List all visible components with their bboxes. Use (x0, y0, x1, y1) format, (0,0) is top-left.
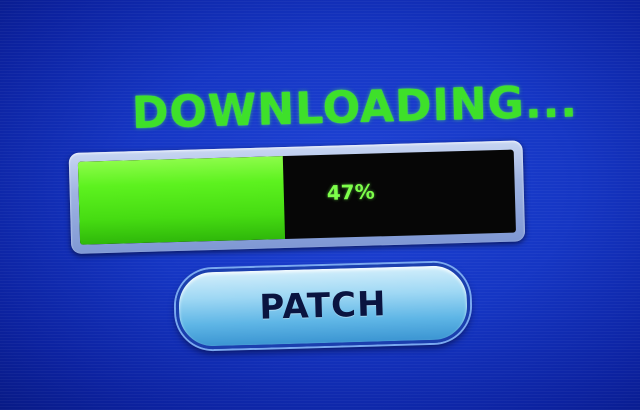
patch-button[interactable]: PATCH (174, 261, 472, 351)
progress-track: 47% (77, 149, 516, 245)
page-title: DOWNLOADING... (131, 76, 579, 139)
patch-button-label: PATCH (258, 284, 388, 328)
progress-bar: 47% (68, 140, 526, 254)
progress-percentage: 47% (326, 179, 375, 205)
progress-fill (77, 156, 285, 245)
